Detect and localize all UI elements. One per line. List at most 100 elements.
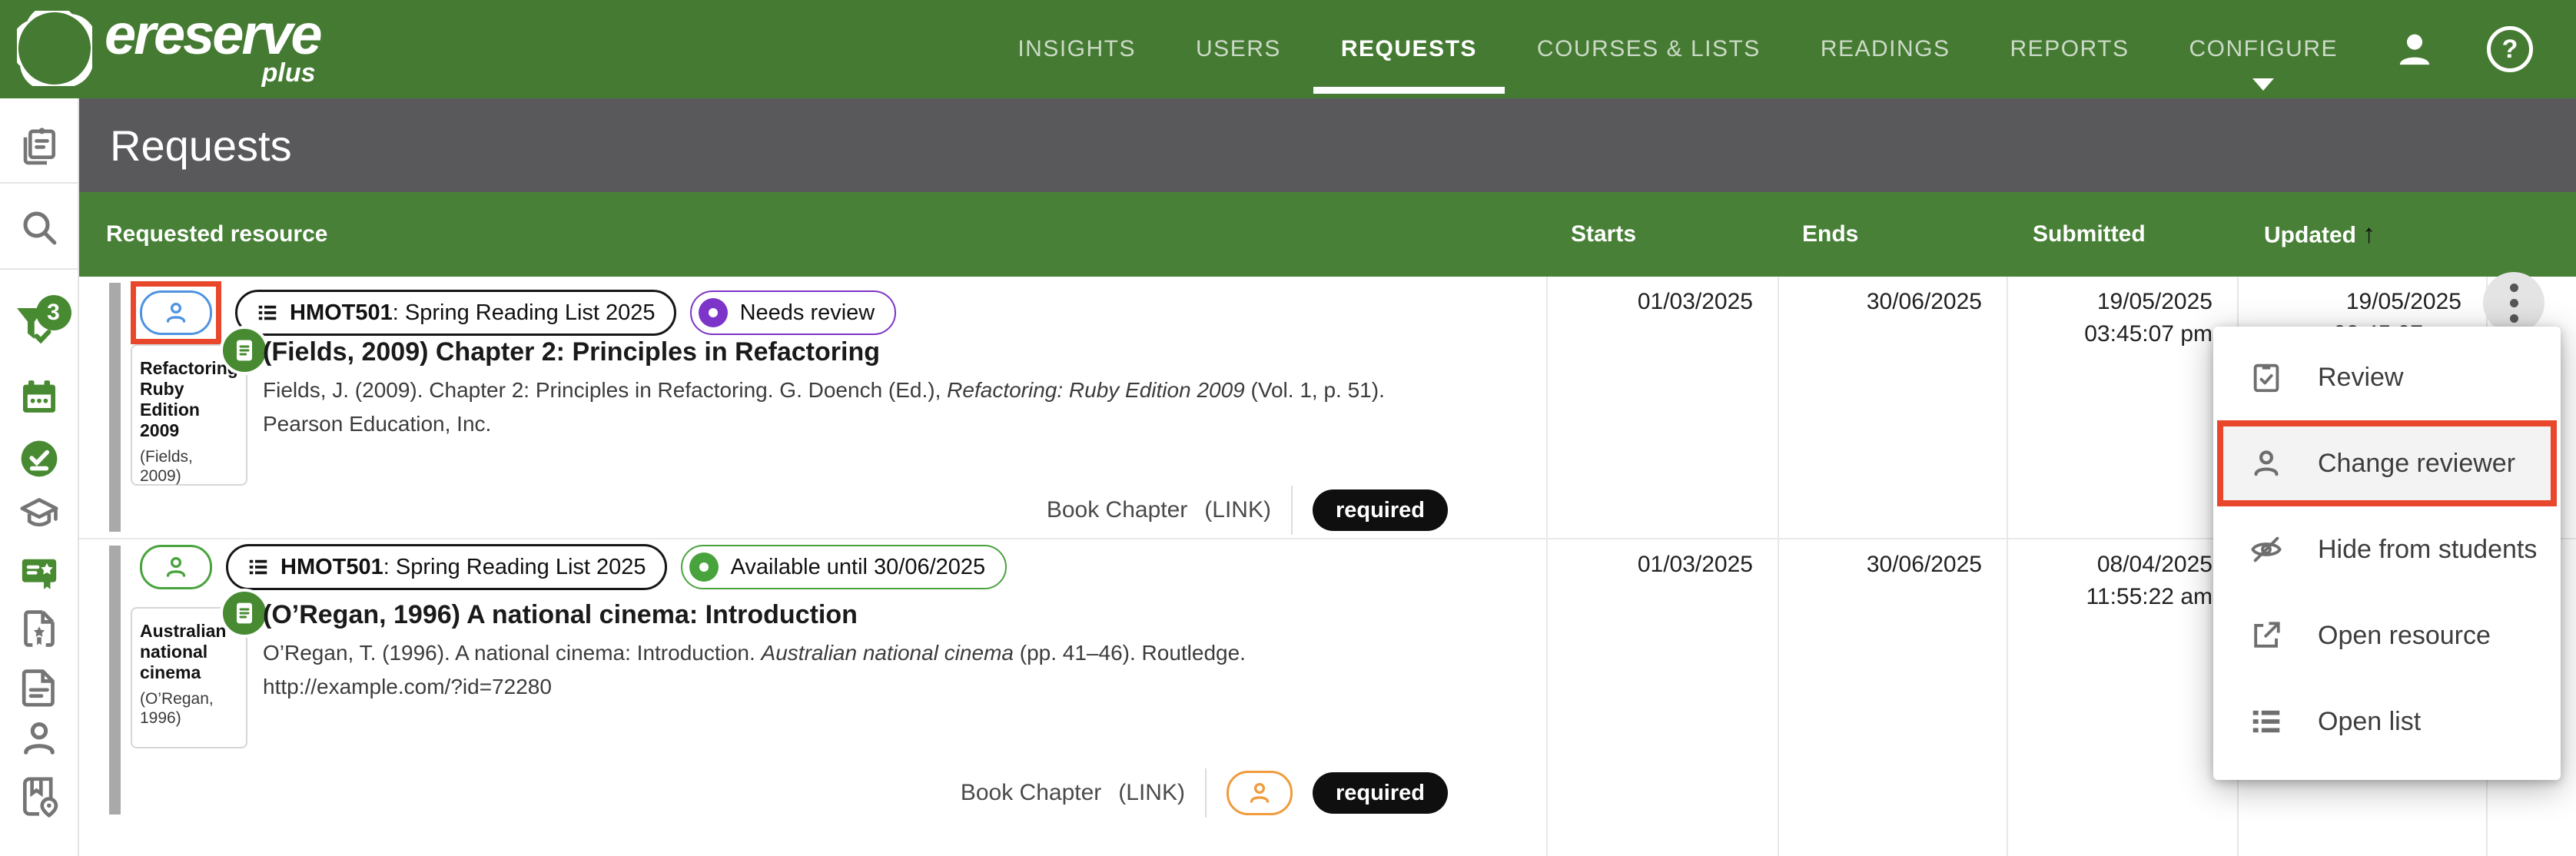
resource-citation: O’Regan, T. (1996). A national cinema: I… [263, 636, 1554, 704]
col-requested-resource: Requested resource [106, 221, 327, 247]
page-title: Requests [110, 121, 292, 171]
submitted-time: 03:45:07 pm [2007, 318, 2213, 350]
col-ends[interactable]: Ends [1802, 221, 1858, 247]
menu-item-change-reviewer[interactable]: Change reviewer [2217, 420, 2557, 506]
resource-type: Book Chapter [961, 780, 1101, 806]
sidebar-divider [0, 182, 78, 184]
status-badge: Needs review [690, 290, 897, 335]
ends-cell: 30/06/2025 [1778, 539, 2007, 581]
menu-item-hide-from-students[interactable]: Hide from students [2213, 506, 2561, 592]
top-app-bar: ereserve plus INSIGHTS USERS REQUESTS CO… [0, 0, 2576, 98]
status-badge: Available until 30/06/2025 [681, 545, 1007, 589]
citation-source-italic: Refactoring: Ruby Edition 2009 [947, 378, 1245, 402]
submitted-cell: 08/04/2025 11:55:22 am [2007, 539, 2237, 613]
resource-citation: Fields, J. (2009). Chapter 2: Principles… [263, 373, 1554, 441]
document-seal-icon[interactable] [18, 607, 61, 650]
row-actions-kebab-icon[interactable] [2483, 272, 2544, 333]
menu-item-label: Open resource [2318, 621, 2491, 651]
col-starts[interactable]: Starts [1571, 221, 1636, 247]
left-toolbar: 3 [0, 98, 79, 856]
row-drag-handle[interactable] [109, 283, 121, 532]
resource-thumbnail[interactable]: Australian national cinema (O’Regan, 199… [131, 607, 247, 748]
citation-text: O’Regan, T. (1996). A national cinema: I… [263, 641, 762, 665]
person-icon[interactable] [18, 717, 61, 760]
row-actions-menu: Review Change reviewer Hide from student… [2213, 327, 2561, 780]
menu-item-label: Open list [2318, 707, 2421, 737]
approved-check-icon[interactable] [18, 437, 61, 480]
main-content: Requests Requested resource Starts Ends … [79, 98, 2576, 856]
brand-logo[interactable]: ereserve plus [17, 6, 320, 86]
course-list-name: : Spring Reading List 2025 [393, 300, 656, 325]
person-icon [162, 553, 190, 581]
help-icon[interactable]: ? [2487, 26, 2533, 72]
table-header: Requested resource Starts Ends Submitted… [79, 192, 2576, 277]
col-updated-label: Updated [2264, 223, 2356, 248]
table-row: HMOT501: Spring Reading List 2025 Needs … [79, 277, 2576, 538]
footer-divider [1291, 486, 1293, 535]
col-submitted[interactable]: Submitted [2033, 221, 2146, 247]
book-location-icon[interactable] [18, 775, 61, 818]
nav-readings[interactable]: READINGS [1816, 0, 1955, 98]
status-dot-icon [689, 552, 719, 582]
list-icon [256, 301, 279, 324]
footer-divider [1205, 768, 1207, 818]
reviewer-button[interactable] [140, 545, 212, 589]
certificate-icon[interactable] [18, 551, 61, 594]
nav-requests[interactable]: REQUESTS [1336, 0, 1482, 98]
nav-courses-lists[interactable]: COURSES & LISTS [1532, 0, 1765, 98]
nav-reports[interactable]: REPORTS [2006, 0, 2134, 98]
thumbnail-caption: (Fields, 2009) [140, 447, 238, 486]
list-icon [2249, 704, 2284, 739]
person-icon [162, 299, 190, 327]
open-in-new-icon [2249, 618, 2284, 653]
sort-asc-icon: ↑ [2362, 220, 2375, 249]
course-code: HMOT501 [290, 300, 393, 325]
course-code: HMOT501 [281, 555, 383, 579]
reviewer-button[interactable] [140, 290, 212, 335]
menu-item-label: Hide from students [2318, 535, 2537, 565]
ends-cell: 30/06/2025 [1778, 277, 2007, 318]
resource-url: http://example.com/?id=72280 [263, 670, 1554, 704]
clipboard-list-icon[interactable] [18, 124, 61, 168]
nav-insights[interactable]: INSIGHTS [1013, 0, 1140, 98]
citation-text: (Vol. 1, p. 51). [1245, 378, 1385, 402]
document-icon[interactable] [18, 666, 61, 709]
search-icon[interactable] [18, 206, 61, 249]
starts-cell: 01/03/2025 [1546, 277, 1778, 318]
pending-reviewer-icon[interactable] [1227, 771, 1293, 815]
calendar-icon[interactable] [18, 376, 61, 419]
resource-title: (Fields, 2009) Chapter 2: Principles in … [263, 333, 1554, 370]
citation-publisher: Pearson Education, Inc. [263, 407, 1554, 441]
brand-name: ereserve [105, 2, 320, 66]
starts-cell: 01/03/2025 [1546, 539, 1778, 581]
required-badge: required [1313, 772, 1448, 814]
graduation-cap-icon[interactable] [18, 492, 61, 535]
required-badge: required [1313, 489, 1448, 531]
person-icon [1246, 779, 1273, 807]
access-type: (LINK) [1204, 497, 1271, 523]
menu-item-open-list[interactable]: Open list [2213, 678, 2561, 765]
reading-list-chip[interactable]: HMOT501: Spring Reading List 2025 [235, 290, 676, 336]
resource-thumbnail[interactable]: Refactoring: Ruby Edition 2009 (Fields, … [131, 344, 247, 486]
menu-item-open-resource[interactable]: Open resource [2213, 592, 2561, 678]
filter-check-icon[interactable]: 3 [10, 301, 68, 367]
account-icon[interactable] [2393, 28, 2436, 71]
nav-configure[interactable]: CONFIGURE [2185, 0, 2343, 98]
menu-item-review[interactable]: Review [2213, 334, 2561, 420]
document-badge-icon [220, 589, 269, 638]
course-list-name: : Spring Reading List 2025 [383, 555, 646, 579]
resource-type: Book Chapter [1047, 497, 1187, 523]
status-label: Available until 30/06/2025 [731, 555, 986, 580]
status-dot-icon [699, 298, 728, 327]
chevron-down-icon [2252, 78, 2274, 91]
row-drag-handle[interactable] [109, 546, 121, 815]
ereserve-swirl-icon [17, 11, 92, 86]
reading-list-chip[interactable]: HMOT501: Spring Reading List 2025 [226, 544, 667, 590]
col-updated[interactable]: Updated↑ [2264, 220, 2375, 250]
citation-text: (pp. 41–46). Routledge. [1014, 641, 1246, 665]
submitted-date: 08/04/2025 [2007, 549, 2213, 581]
document-badge-icon [220, 326, 269, 375]
nav-users[interactable]: USERS [1191, 0, 1286, 98]
menu-item-label: Change reviewer [2318, 449, 2515, 479]
page-title-bar: Requests [79, 98, 2576, 192]
